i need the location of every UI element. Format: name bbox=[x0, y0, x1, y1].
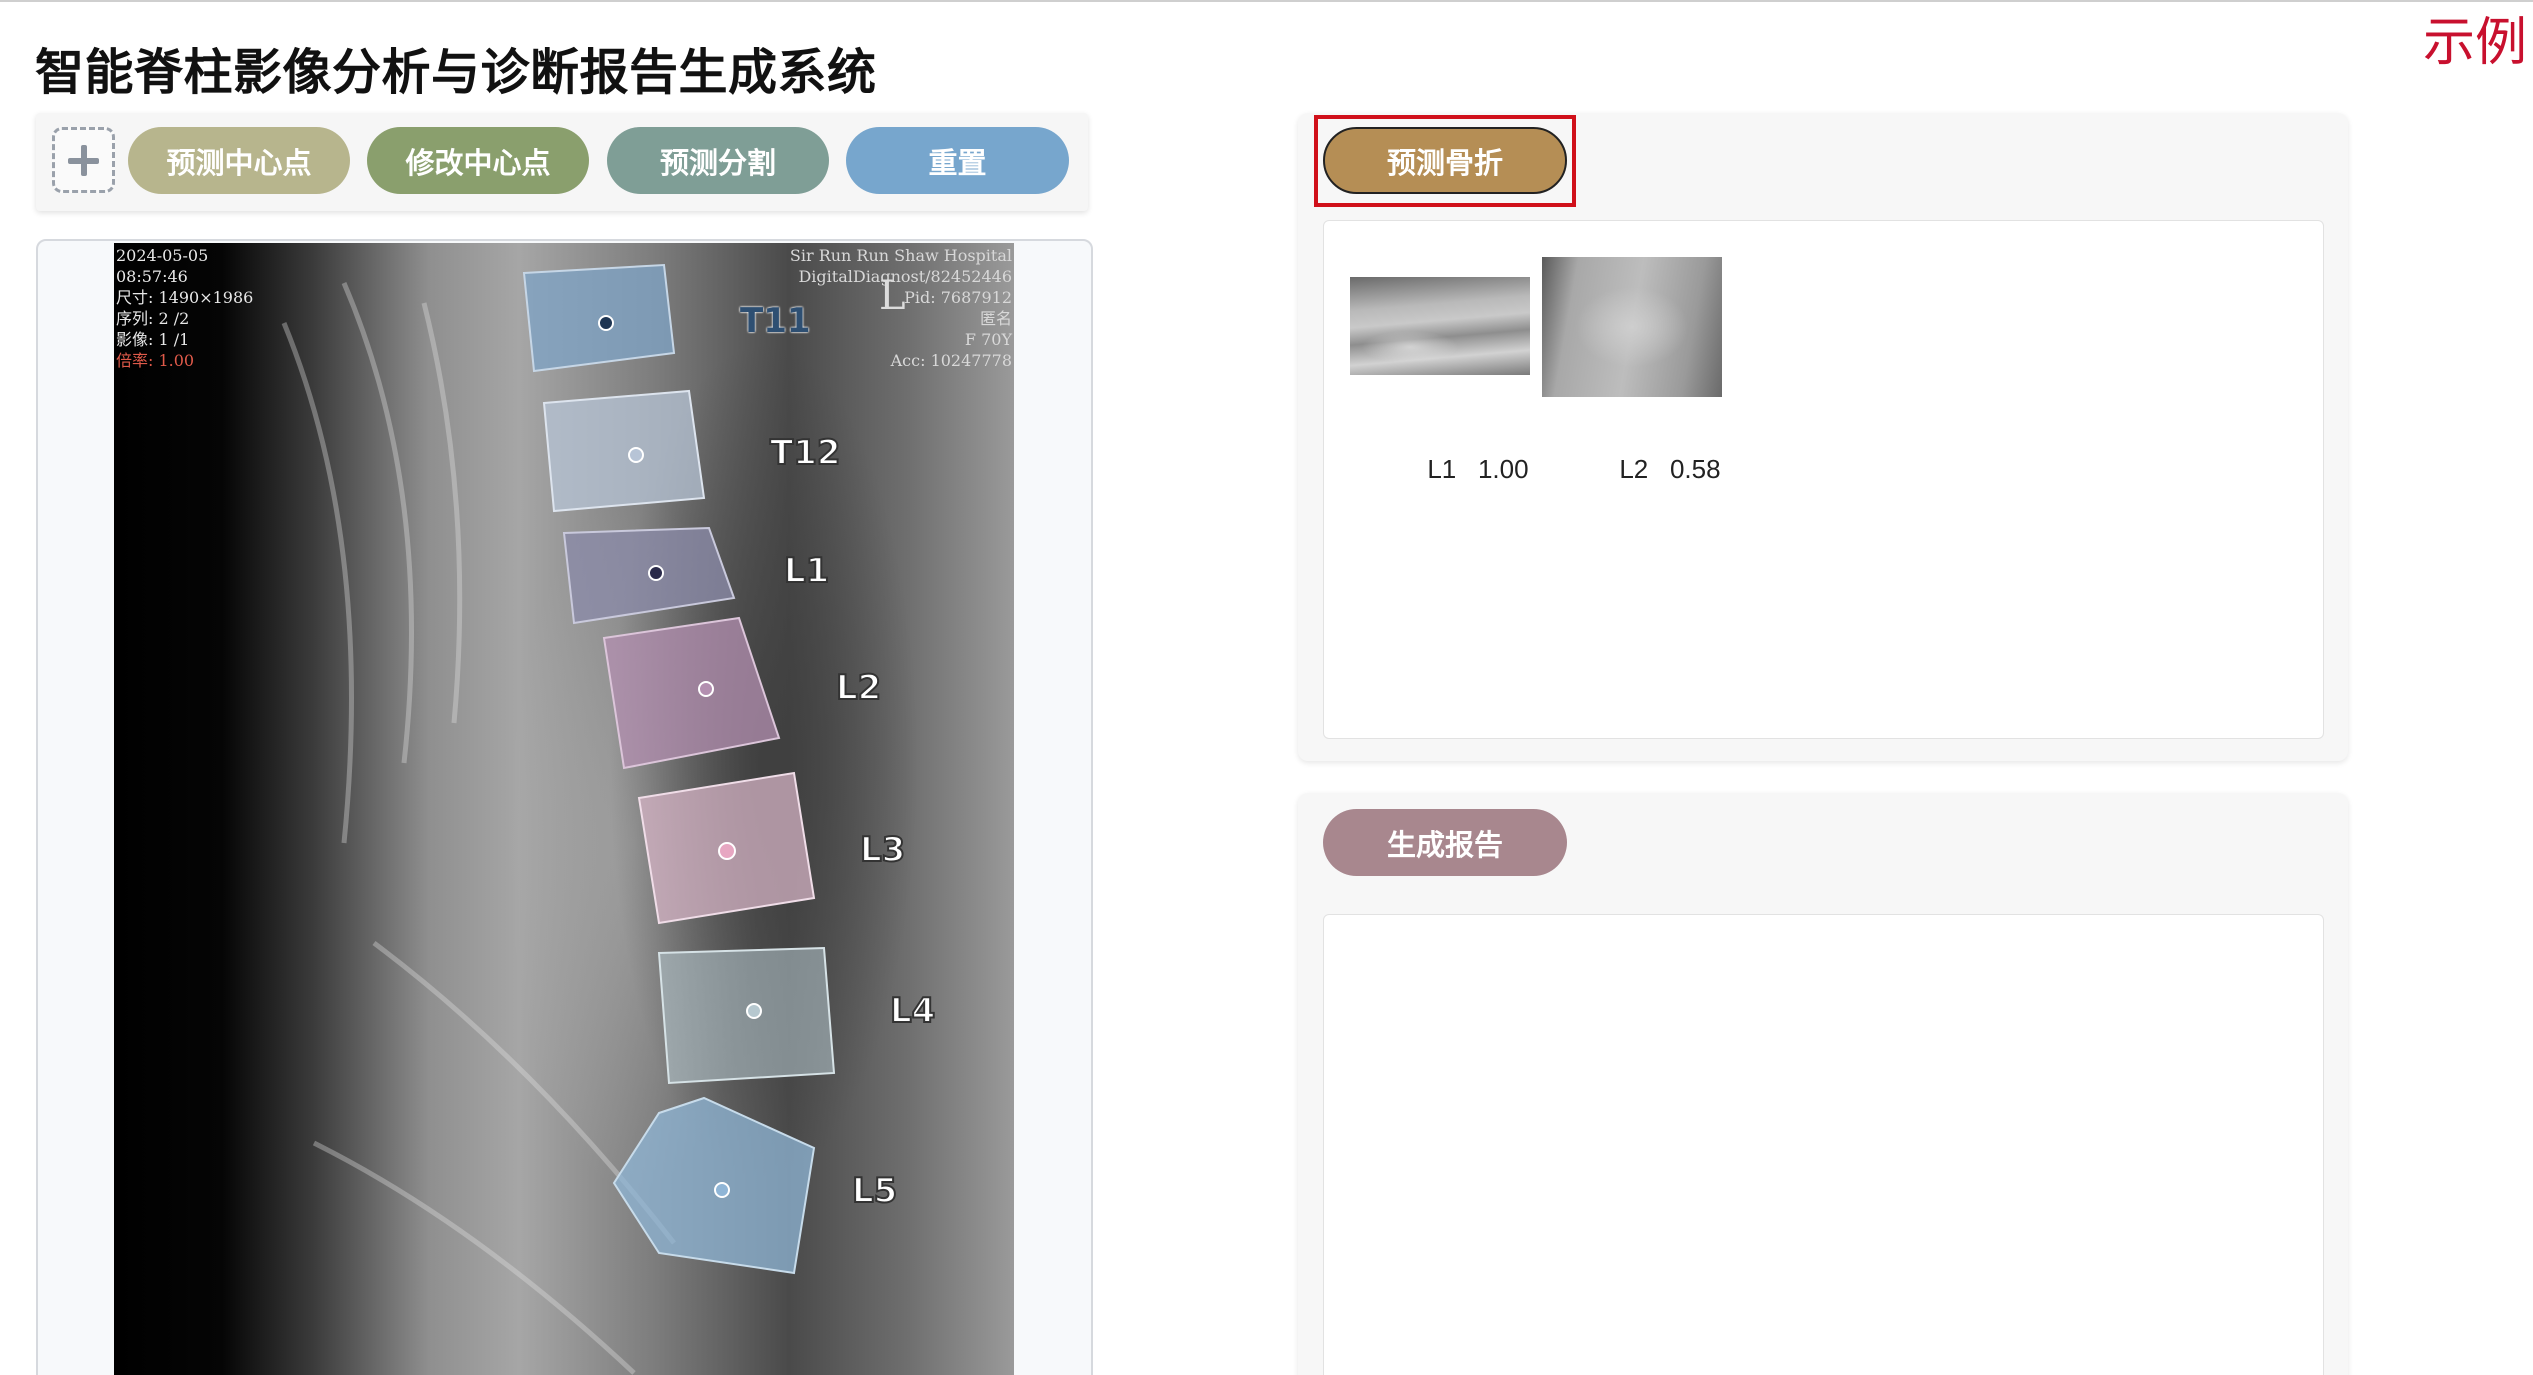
vertebra-label-l5: L5 bbox=[851, 1170, 898, 1212]
predict-fracture-button[interactable]: 预测骨折 bbox=[1323, 127, 1567, 194]
vertebra-label-l2: L2 bbox=[835, 667, 882, 709]
reset-button[interactable]: 重置 bbox=[846, 127, 1069, 194]
vertebra-t12[interactable] bbox=[542, 389, 706, 513]
meta-zoom: 倍率: 1.00 bbox=[116, 351, 195, 370]
image-panel: 2024-05-05 08:57:46 尺寸: 1490×1986 序列: 2 … bbox=[36, 239, 1093, 1375]
toolbar: 预测中心点 修改中心点 预测分割 重置 bbox=[36, 113, 1088, 211]
example-label: 示例 bbox=[2423, 13, 2528, 73]
vertebra-label-t11: T11 bbox=[740, 301, 811, 341]
meta-size: 尺寸: 1490×1986 bbox=[116, 288, 254, 307]
vertebra-l1[interactable] bbox=[562, 526, 736, 625]
fracture-score-l2: 0.58 bbox=[1669, 454, 1721, 484]
predict-segmentation-button[interactable]: 预测分割 bbox=[607, 127, 829, 194]
side-marker: L bbox=[879, 273, 906, 319]
fracture-results: L1 1.00 L2 0.58 bbox=[1323, 220, 2324, 739]
report-output[interactable] bbox=[1323, 914, 2324, 1375]
report-panel: 生成报告 bbox=[1298, 793, 2348, 1375]
edit-center-button[interactable]: 修改中心点 bbox=[367, 127, 589, 194]
fracture-label-l2: L2 0.58 bbox=[1576, 423, 1721, 516]
meta-date: 2024-05-05 bbox=[116, 246, 209, 265]
meta-acc: Acc: 10247778 bbox=[890, 351, 1012, 370]
meta-hospital: Sir Run Run Shaw Hospital bbox=[789, 246, 1012, 265]
fracture-crop-l2[interactable] bbox=[1542, 257, 1722, 397]
image-meta-left: 2024-05-05 08:57:46 尺寸: 1490×1986 序列: 2 … bbox=[116, 245, 253, 371]
fracture-panel: 预测骨折 L1 1.00 L2 0.58 bbox=[1298, 113, 2348, 761]
vertebra-label-t12: T12 bbox=[769, 432, 842, 474]
vertebra-label-l4: L4 bbox=[889, 990, 936, 1032]
add-image-button[interactable] bbox=[52, 127, 115, 193]
fracture-vertebra-l2: L2 bbox=[1619, 454, 1649, 484]
fracture-label-l1: L1 1.00 bbox=[1384, 423, 1529, 516]
generate-report-button[interactable]: 生成报告 bbox=[1323, 809, 1567, 876]
vertebra-l5[interactable] bbox=[612, 1096, 816, 1275]
vertebra-l4[interactable] bbox=[657, 946, 836, 1085]
meta-time: 08:57:46 bbox=[116, 267, 188, 286]
fracture-crop-l1[interactable] bbox=[1350, 277, 1530, 375]
vertebra-label-l1: L1 bbox=[783, 550, 830, 592]
vertebra-l2[interactable] bbox=[602, 616, 781, 770]
predict-center-button[interactable]: 预测中心点 bbox=[128, 127, 350, 194]
vertebra-t11[interactable] bbox=[522, 263, 676, 373]
xray-image[interactable]: 2024-05-05 08:57:46 尺寸: 1490×1986 序列: 2 … bbox=[114, 243, 1014, 1375]
fracture-vertebra-l1: L1 bbox=[1427, 454, 1457, 484]
vertebra-l3[interactable] bbox=[637, 771, 816, 925]
vertebra-label-l3: L3 bbox=[859, 829, 906, 871]
meta-series: 序列: 2 /2 bbox=[116, 309, 190, 328]
app-title: 智能脊柱影像分析与诊断报告生成系统 bbox=[35, 44, 877, 101]
meta-sex-age: F 70Y bbox=[964, 330, 1012, 349]
top-divider bbox=[0, 0, 2533, 2]
fracture-score-l1: 1.00 bbox=[1477, 454, 1529, 484]
meta-image: 影像: 1 /1 bbox=[116, 330, 190, 349]
